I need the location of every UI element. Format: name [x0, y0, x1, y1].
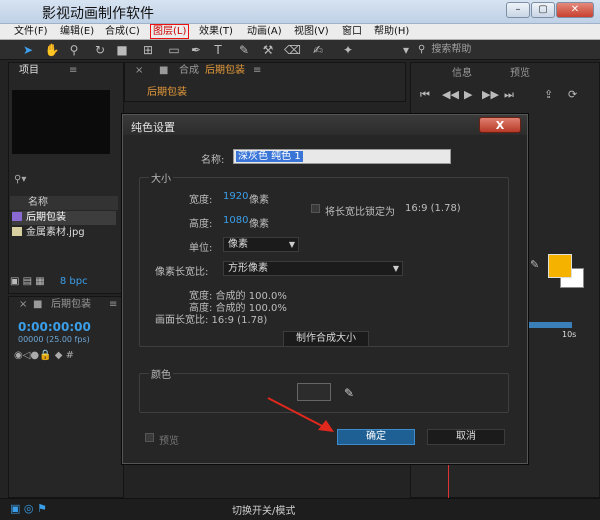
arrow-shaft [267, 397, 327, 429]
annotation-arrow [267, 397, 334, 432]
